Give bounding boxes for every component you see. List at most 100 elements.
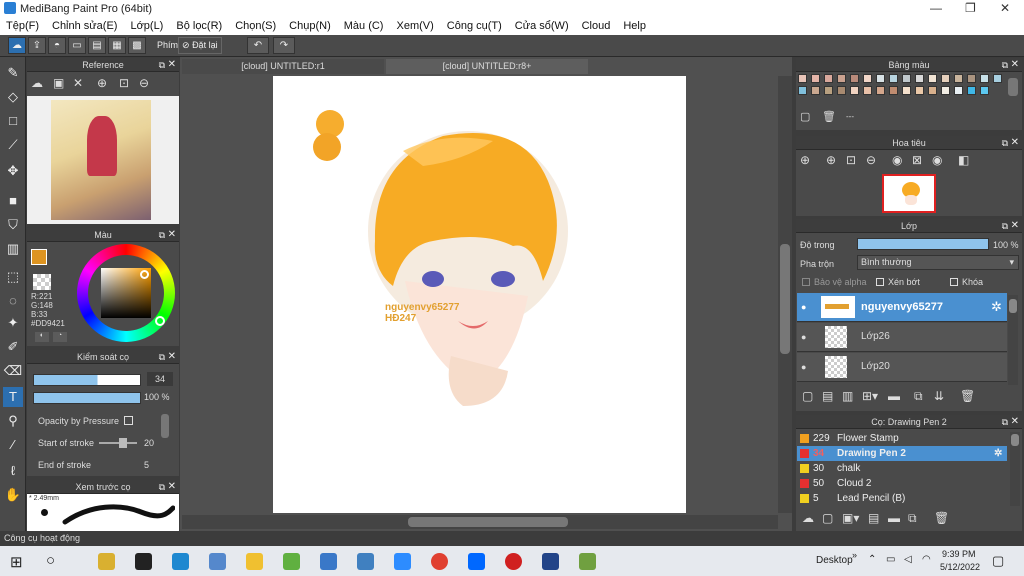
- nav-zoom-in2-icon[interactable]: ⊕: [826, 153, 836, 167]
- close-icon[interactable]: ✕: [1011, 136, 1019, 150]
- hand-tool-icon[interactable]: ✋: [3, 485, 23, 505]
- app-icon-1[interactable]: [98, 553, 115, 570]
- tab-untitled-r8[interactable]: [cloud] UNTITLED:r8+: [386, 59, 588, 74]
- layer-scroll-thumb[interactable]: [1009, 299, 1017, 313]
- brush-menu-icon[interactable]: ▣▾: [842, 511, 859, 525]
- clock-time[interactable]: 9:39 PM: [942, 549, 976, 559]
- layer-row-lop20[interactable]: ● Lớp20: [797, 353, 1007, 382]
- search-icon[interactable]: ○: [46, 552, 55, 569]
- palette-scrollbar[interactable]: [1008, 78, 1018, 96]
- horizontal-scroll-thumb[interactable]: [408, 517, 568, 527]
- brush-scrollbar[interactable]: [1010, 432, 1020, 506]
- gear-icon[interactable]: ✲: [994, 446, 1002, 461]
- fill-rect-tool-icon[interactable]: ■: [3, 191, 23, 211]
- close-button[interactable]: ✕: [1000, 1, 1010, 15]
- palette-swatch[interactable]: [811, 86, 820, 95]
- cloud-icon[interactable]: ☁: [8, 37, 26, 54]
- vertical-scroll-thumb[interactable]: [780, 244, 790, 354]
- bucket-tool-icon[interactable]: ⛉: [3, 215, 23, 235]
- brush-settings-icon[interactable]: ▤: [868, 511, 879, 525]
- app-icon-3[interactable]: [283, 553, 300, 570]
- layer-opacity-slider[interactable]: [857, 238, 989, 250]
- line-tool-icon[interactable]: ⟋: [3, 135, 23, 155]
- brush-size-value[interactable]: 34: [147, 372, 173, 386]
- palette-swatch[interactable]: [954, 86, 963, 95]
- eye-icon[interactable]: ●: [801, 362, 806, 372]
- add-layer-menu-icon[interactable]: ⊞▾: [862, 389, 878, 403]
- operation-tool-icon[interactable]: ⚲: [3, 411, 23, 431]
- palette-swatch[interactable]: [967, 86, 976, 95]
- add-color-icon[interactable]: ▢: [800, 110, 810, 123]
- redo-icon[interactable]: ↷: [273, 37, 295, 54]
- hue-wheel[interactable]: [77, 244, 175, 342]
- menu-view[interactable]: Xem(V): [396, 20, 433, 32]
- new-8bit-icon[interactable]: ▥: [842, 389, 853, 403]
- delete-layer-icon[interactable]: 🗑: [960, 389, 975, 403]
- panel-icon[interactable]: ▦: [108, 37, 126, 54]
- palette-swatch[interactable]: [837, 74, 846, 83]
- terminal-icon[interactable]: [135, 553, 152, 570]
- windows-start-icon[interactable]: ⊞: [10, 553, 23, 571]
- primary-color-swatch[interactable]: [31, 249, 47, 265]
- chevron-up-icon[interactable]: ⌃: [868, 554, 876, 565]
- blend-select[interactable]: Bình thường ▾: [857, 255, 1019, 270]
- reset-button[interactable]: ⊘ Đặt lại: [178, 37, 222, 54]
- float-icon[interactable]: ⧉: [1002, 58, 1008, 72]
- close-icon[interactable]: ✕: [168, 350, 176, 364]
- close-icon[interactable]: ✕: [1011, 219, 1019, 233]
- close-icon[interactable]: ✕: [1011, 415, 1019, 429]
- start-stroke-thumb[interactable]: [119, 438, 127, 448]
- add-brush-icon[interactable]: ▢: [822, 511, 833, 525]
- dropper-tool-icon[interactable]: ⁄: [3, 435, 23, 455]
- palette-swatch[interactable]: [850, 74, 859, 83]
- network-icon[interactable]: ▭: [886, 554, 895, 565]
- app-icon-6[interactable]: [579, 553, 596, 570]
- brush-size-slider[interactable]: [33, 374, 141, 386]
- palette-swatch[interactable]: [954, 74, 963, 83]
- chrome-icon[interactable]: [431, 553, 448, 570]
- palette-swatch[interactable]: [824, 74, 833, 83]
- select-rect-icon[interactable]: ⬚: [3, 267, 23, 287]
- navigator-preview[interactable]: [882, 174, 936, 213]
- duplicate-icon[interactable]: ⧉: [914, 389, 923, 404]
- eye-icon[interactable]: ●: [801, 332, 806, 342]
- rect-tool-icon[interactable]: □: [3, 111, 23, 131]
- menu-select[interactable]: Chọn(S): [235, 20, 276, 32]
- brush-control-scrollbar[interactable]: [161, 414, 169, 438]
- brush-row[interactable]: 229 Flower Stamp: [797, 431, 1007, 446]
- brush-row[interactable]: 5 Lead Pencil (B): [797, 491, 1007, 506]
- menu-window[interactable]: Cửa sổ(W): [515, 20, 569, 32]
- settings-icon[interactable]: [320, 553, 337, 570]
- protect-alpha-checkbox[interactable]: [802, 278, 810, 286]
- brush-opacity-slider[interactable]: [33, 392, 141, 404]
- menu-color[interactable]: Màu (C): [344, 20, 384, 32]
- brush-folder-icon[interactable]: ▬: [888, 511, 900, 525]
- palette-swatch[interactable]: [876, 86, 885, 95]
- merge-icon[interactable]: ⇊: [934, 389, 944, 403]
- undo-icon[interactable]: ↶: [247, 37, 269, 54]
- brush-duplicate-icon[interactable]: ⧉: [908, 511, 917, 526]
- fit-icon[interactable]: ⊡: [119, 76, 129, 90]
- edge-icon[interactable]: [172, 553, 189, 570]
- palette-swatch[interactable]: [915, 86, 924, 95]
- menu-snap[interactable]: Chụp(N): [289, 20, 331, 32]
- palette-swatch[interactable]: [863, 74, 872, 83]
- eyedropper-icon[interactable]: ℓ: [3, 461, 23, 481]
- palette-swatch[interactable]: [824, 86, 833, 95]
- float-icon[interactable]: ⧉: [159, 228, 165, 242]
- opacity-pressure-checkbox[interactable]: [124, 416, 133, 425]
- layer-row-nguyenvy[interactable]: ● nguyenvy65277 ✲: [797, 293, 1007, 322]
- menu-file[interactable]: Tệp(F): [6, 20, 39, 32]
- minimize-button[interactable]: —: [930, 1, 942, 15]
- zoom-out-icon[interactable]: ⊖: [139, 76, 149, 90]
- gear-icon[interactable]: ✲: [991, 299, 1002, 315]
- select-eraser-icon[interactable]: ⌫: [3, 361, 23, 381]
- close-icon[interactable]: ✕: [168, 480, 176, 494]
- close-icon[interactable]: ✕: [168, 58, 176, 72]
- start-stroke-slider[interactable]: [99, 438, 137, 448]
- eye-icon[interactable]: ●: [801, 302, 806, 312]
- app-icon-5[interactable]: [542, 553, 559, 570]
- move-tool-icon[interactable]: ✥: [3, 161, 23, 181]
- zoom-in-icon[interactable]: ⊕: [97, 76, 107, 90]
- text-tool-icon[interactable]: T: [3, 387, 23, 407]
